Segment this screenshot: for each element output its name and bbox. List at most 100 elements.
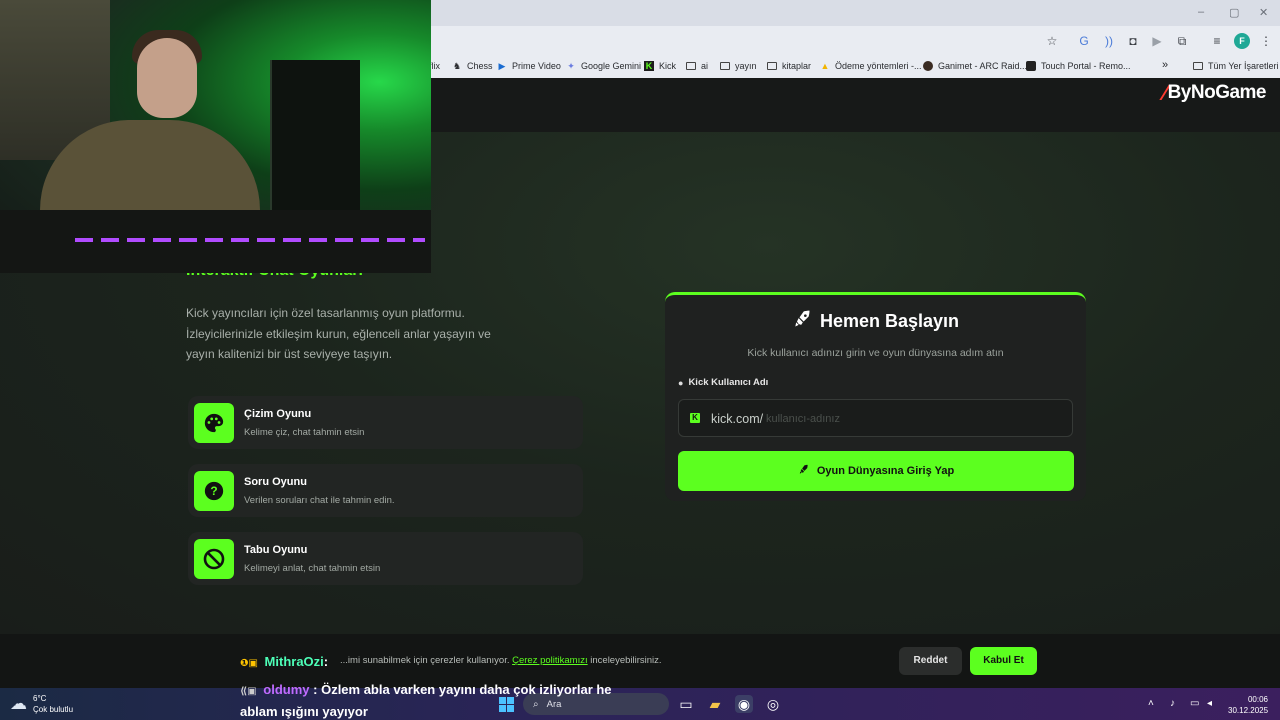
cookie-banner: ...imi sunabilmek için çerezler kullanıy…	[0, 634, 1280, 688]
star-bookmark-icon[interactable]: ☆	[1044, 33, 1060, 49]
bookmark-item[interactable]: K Kick	[644, 61, 676, 71]
field-label-text: Kick Kullanıcı Adı	[688, 377, 769, 388]
bookmark-label: Chess	[467, 61, 493, 71]
card-subtitle: Kick kullanıcı adınızı girin ve oyun dün…	[747, 347, 1004, 359]
chrome-icon[interactable]: ◉	[735, 695, 753, 713]
button-label: Oyun Dünyasına Giriş Yap	[816, 465, 955, 477]
play-icon: ▶	[498, 61, 506, 71]
reject-cookies-button[interactable]: Reddet	[899, 647, 962, 675]
bookmark-folder[interactable]: ai	[686, 61, 708, 71]
screenshot-extension-icon[interactable]: ◘	[1125, 33, 1141, 49]
bookmark-item[interactable]: ▲ Ödeme yöntemleri -...	[820, 61, 922, 71]
obs-icon[interactable]: ◎	[764, 695, 782, 713]
game-title: Tabu Oyunu	[244, 544, 308, 556]
chat-badges-icon: ⟪▣	[240, 686, 257, 697]
profile-avatar[interactable]: F	[1234, 33, 1250, 49]
bookmark-label: Ödeme yöntemleri -...	[835, 61, 922, 71]
bookmark-item[interactable]: Ganimet - ARC Raid...	[923, 61, 1027, 71]
username-field[interactable]: K kick.com/	[678, 399, 1073, 437]
all-bookmarks-folder[interactable]: Tüm Yer İşaretleri	[1193, 61, 1279, 71]
hero-description: Kick yayıncıları için özel tasarlanmış o…	[186, 303, 506, 365]
chess-icon: ♞	[452, 61, 462, 71]
game-subtitle: Kelime çiz, chat tahmin etsin	[244, 427, 365, 438]
close-window-button[interactable]: ✕	[1259, 6, 1268, 19]
extensions-puzzle-icon[interactable]: ⧉	[1174, 33, 1190, 49]
clock-time: 00:06	[1247, 695, 1268, 704]
chat-message: ❶▣ MithraOzi:	[240, 654, 329, 669]
windows-taskbar: ☁ 6°C Çok bulutlu ⌕ Ara ▭ ▰ ◉ ◎ ˄ ♪ ▭ ◂ …	[0, 688, 1280, 720]
username-input[interactable]	[766, 408, 1056, 430]
kick-icon: K	[644, 61, 654, 71]
rocket-icon	[798, 464, 809, 478]
bookmark-label: Google Gemini	[581, 61, 642, 71]
username-field-label: ● Kick Kullanıcı Adı	[678, 377, 768, 388]
weather-desc: Çok bulutlu	[33, 705, 74, 714]
weather-temp: 6°C	[33, 694, 47, 703]
cloud-icon: ☁	[10, 694, 27, 713]
game-card-quiz[interactable]: ? Soru Oyunu Verilen soruları chat ile t…	[188, 464, 583, 517]
bookmark-label: yayın	[735, 61, 757, 71]
login-card: Hemen Başlayın Kick kullanıcı adınızı gi…	[665, 292, 1086, 501]
task-view-icon[interactable]: ▭	[677, 695, 695, 713]
translate-icon[interactable]: G	[1076, 33, 1092, 49]
read-aloud-icon[interactable]: ))	[1101, 33, 1117, 49]
bookmark-label: Prime Video	[512, 61, 561, 71]
webcam-overlay	[0, 0, 431, 273]
webcam-monitor	[270, 60, 360, 220]
media-queue-icon[interactable]: ≡	[1209, 33, 1225, 49]
folder-icon	[686, 62, 696, 70]
speaker-icon[interactable]: ◂	[1207, 698, 1212, 709]
bookmark-label: ai	[701, 61, 709, 71]
bookmarks-overflow-button[interactable]: »	[1162, 59, 1168, 71]
bookmark-item[interactable]: ♞ Chess	[452, 61, 493, 71]
site-logo[interactable]: ⁄ ByNoGame	[1163, 80, 1266, 106]
site-icon	[1026, 61, 1036, 71]
sparkle-icon: ✦	[567, 61, 575, 71]
clock-date: 30.12.2025	[1228, 706, 1269, 715]
bookmark-label: Touch Portal - Remo...	[1041, 61, 1131, 71]
drive-icon: ▲	[820, 61, 830, 71]
hero-desc-line: İzleyicilerinizle etkileşim kurun, eğlen…	[186, 326, 491, 341]
microphone-icon[interactable]: ♪	[1170, 698, 1175, 709]
chat-message: ⟪▣ oldumy : Özlem abla varken yayını dah…	[240, 682, 612, 719]
bookmark-item[interactable]: ▶ Prime Video	[497, 61, 561, 71]
weather-widget[interactable]: ☁ 6°C Çok bulutlu	[10, 693, 73, 715]
file-explorer-icon[interactable]: ▰	[706, 695, 724, 713]
ban-icon	[194, 539, 234, 579]
question-icon: ?	[194, 471, 234, 511]
bookmark-folder[interactable]: kitaplar	[767, 61, 811, 71]
logo-mark-icon: ⁄	[1163, 80, 1167, 105]
bookmark-item[interactable]: ✦ Google Gemini	[566, 61, 641, 71]
display-icon[interactable]: ▭	[1190, 698, 1199, 709]
play-extension-icon[interactable]: ▶	[1149, 33, 1165, 49]
game-title: Çizim Oyunu	[244, 408, 312, 420]
bookmark-label: kitaplar	[782, 61, 812, 71]
bookmark-label: Ganimet - ARC Raid...	[938, 61, 1028, 71]
bookmark-folder[interactable]: yayın	[720, 61, 757, 71]
field-prefix: kick.com/	[711, 412, 764, 426]
game-card-taboo[interactable]: Tabu Oyunu Kelimeyi anlat, chat tahmin e…	[188, 532, 583, 585]
site-icon	[923, 61, 933, 71]
more-menu-icon[interactable]: ⋮	[1258, 33, 1274, 49]
card-title: Hemen Başlayın	[819, 311, 960, 331]
game-card-drawing[interactable]: Çizim Oyunu Kelime çiz, chat tahmin etsi…	[188, 396, 583, 449]
tray-overflow-icon[interactable]: ˄	[1148, 698, 1154, 709]
enter-game-world-button[interactable]: Oyun Dünyasına Giriş Yap	[678, 451, 1074, 491]
bookmark-label: Kick	[659, 61, 677, 71]
all-bookmarks-label: Tüm Yer İşaretleri	[1208, 61, 1279, 71]
chat-username: MithraOzi	[264, 654, 324, 669]
stream-chat-overlay: ❶▣ MithraOzi: ⟪▣ oldumy : Özlem abla var…	[240, 652, 640, 720]
logo-text: ByNoGame	[1167, 82, 1267, 103]
system-clock[interactable]: 00:06 30.12.2025	[1228, 694, 1268, 716]
bookmark-item[interactable]: Touch Portal - Remo...	[1026, 61, 1131, 71]
game-subtitle: Verilen soruları chat ile tahmin edin.	[244, 495, 395, 506]
folder-icon	[1193, 62, 1203, 70]
weather-text: 6°C Çok bulutlu	[33, 693, 73, 715]
folder-icon	[720, 62, 730, 70]
maximize-button[interactable]: ▢	[1229, 6, 1239, 19]
minimize-button[interactable]: –	[1198, 6, 1204, 18]
rocket-icon	[792, 309, 812, 334]
accept-cookies-button[interactable]: Kabul Et	[970, 647, 1037, 675]
user-icon: ●	[678, 377, 684, 388]
hero-desc-line: Kick yayıncıları için özel tasarlanmış o…	[186, 306, 465, 320]
